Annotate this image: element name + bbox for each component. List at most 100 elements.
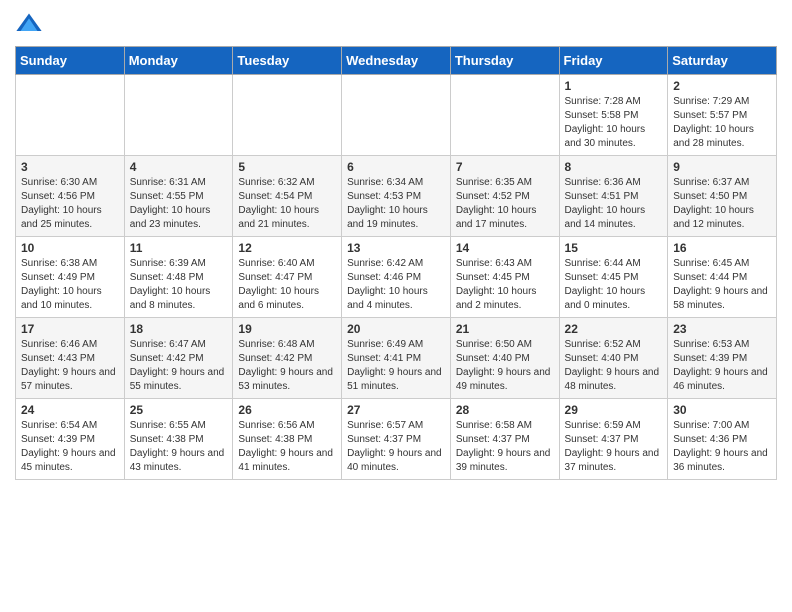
day-number: 11 bbox=[130, 241, 228, 255]
day-info: Sunrise: 6:35 AM Sunset: 4:52 PM Dayligh… bbox=[456, 176, 554, 232]
calendar-cell: 18 Sunrise: 6:47 AM Sunset: 4:42 PM Dayli… bbox=[124, 318, 233, 399]
calendar-header-row: SundayMondayTuesdayWednesdayThursdayFrid… bbox=[16, 47, 777, 75]
day-info: Sunrise: 6:37 AM Sunset: 4:50 PM Dayligh… bbox=[673, 176, 771, 232]
day-info: Sunrise: 6:48 AM Sunset: 4:42 PM Dayligh… bbox=[238, 338, 336, 394]
day-info: Sunrise: 6:45 AM Sunset: 4:44 PM Dayligh… bbox=[673, 257, 771, 313]
day-info: Sunrise: 6:43 AM Sunset: 4:45 PM Dayligh… bbox=[456, 257, 554, 313]
calendar-cell: 10 Sunrise: 6:38 AM Sunset: 4:49 PM Dayli… bbox=[16, 237, 125, 318]
day-info: Sunrise: 6:44 AM Sunset: 4:45 PM Dayligh… bbox=[565, 257, 663, 313]
day-number: 17 bbox=[21, 322, 119, 336]
day-info: Sunrise: 6:39 AM Sunset: 4:48 PM Dayligh… bbox=[130, 257, 228, 313]
day-number: 22 bbox=[565, 322, 663, 336]
day-info: Sunrise: 6:58 AM Sunset: 4:37 PM Dayligh… bbox=[456, 419, 554, 475]
calendar-cell: 15 Sunrise: 6:44 AM Sunset: 4:45 PM Dayli… bbox=[559, 237, 668, 318]
calendar-cell: 26 Sunrise: 6:56 AM Sunset: 4:38 PM Dayli… bbox=[233, 399, 342, 480]
day-header-tuesday: Tuesday bbox=[233, 47, 342, 75]
calendar-cell: 12 Sunrise: 6:40 AM Sunset: 4:47 PM Dayli… bbox=[233, 237, 342, 318]
day-info: Sunrise: 7:28 AM Sunset: 5:58 PM Dayligh… bbox=[565, 95, 663, 151]
day-number: 25 bbox=[130, 403, 228, 417]
calendar-cell: 24Sunrise: 6:54 AM Sunset: 4:39 PM Dayli… bbox=[16, 399, 125, 480]
calendar-cell: 28 Sunrise: 6:58 AM Sunset: 4:37 PM Dayli… bbox=[450, 399, 559, 480]
calendar-cell: 2 Sunrise: 7:29 AM Sunset: 5:57 PM Daylig… bbox=[668, 75, 777, 156]
calendar-cell: 29Sunrise: 6:59 AM Sunset: 4:37 PM Dayli… bbox=[559, 399, 668, 480]
day-info: Sunrise: 6:36 AM Sunset: 4:51 PM Dayligh… bbox=[565, 176, 663, 232]
calendar-cell: 13 Sunrise: 6:42 AM Sunset: 4:46 PM Dayli… bbox=[342, 237, 451, 318]
calendar-cell: 17 Sunrise: 6:46 AM Sunset: 4:43 PM Dayli… bbox=[16, 318, 125, 399]
day-info: Sunrise: 6:59 AM Sunset: 4:37 PM Dayligh… bbox=[565, 419, 663, 475]
day-number: 13 bbox=[347, 241, 445, 255]
calendar-cell: 27 Sunrise: 6:57 AM Sunset: 4:37 PM Dayli… bbox=[342, 399, 451, 480]
day-number: 15 bbox=[565, 241, 663, 255]
day-info: Sunrise: 6:57 AM Sunset: 4:37 PM Dayligh… bbox=[347, 419, 445, 475]
day-info: Sunrise: 6:34 AM Sunset: 4:53 PM Dayligh… bbox=[347, 176, 445, 232]
calendar-cell bbox=[450, 75, 559, 156]
day-number: 18 bbox=[130, 322, 228, 336]
day-info: Sunrise: 6:31 AM Sunset: 4:55 PM Dayligh… bbox=[130, 176, 228, 232]
calendar-cell bbox=[16, 75, 125, 156]
calendar-cell: 22Sunrise: 6:52 AM Sunset: 4:40 PM Dayli… bbox=[559, 318, 668, 399]
day-info: Sunrise: 6:55 AM Sunset: 4:38 PM Dayligh… bbox=[130, 419, 228, 475]
calendar-cell: 11 Sunrise: 6:39 AM Sunset: 4:48 PM Dayli… bbox=[124, 237, 233, 318]
day-number: 7 bbox=[456, 160, 554, 174]
day-info: Sunrise: 7:00 AM Sunset: 4:36 PM Dayligh… bbox=[673, 419, 771, 475]
logo-icon bbox=[15, 10, 43, 38]
calendar-cell: 5 Sunrise: 6:32 AM Sunset: 4:54 PM Daylig… bbox=[233, 156, 342, 237]
day-number: 23 bbox=[673, 322, 771, 336]
day-number: 21 bbox=[456, 322, 554, 336]
day-number: 10 bbox=[21, 241, 119, 255]
day-info: Sunrise: 7:29 AM Sunset: 5:57 PM Dayligh… bbox=[673, 95, 771, 151]
day-info: Sunrise: 6:53 AM Sunset: 4:39 PM Dayligh… bbox=[673, 338, 771, 394]
calendar-cell: 14 Sunrise: 6:43 AM Sunset: 4:45 PM Dayli… bbox=[450, 237, 559, 318]
day-header-friday: Friday bbox=[559, 47, 668, 75]
day-number: 30 bbox=[673, 403, 771, 417]
day-info: Sunrise: 6:38 AM Sunset: 4:49 PM Dayligh… bbox=[21, 257, 119, 313]
calendar-week-row: 3 Sunrise: 6:30 AM Sunset: 4:56 PM Daylig… bbox=[16, 156, 777, 237]
day-header-thursday: Thursday bbox=[450, 47, 559, 75]
day-header-sunday: Sunday bbox=[16, 47, 125, 75]
calendar-body: 1 Sunrise: 7:28 AM Sunset: 5:58 PM Daylig… bbox=[16, 75, 777, 480]
calendar-cell: 19Sunrise: 6:48 AM Sunset: 4:42 PM Dayli… bbox=[233, 318, 342, 399]
day-info: Sunrise: 6:42 AM Sunset: 4:46 PM Dayligh… bbox=[347, 257, 445, 313]
page-header bbox=[15, 10, 777, 38]
calendar-cell: 23 Sunrise: 6:53 AM Sunset: 4:39 PM Dayli… bbox=[668, 318, 777, 399]
day-info: Sunrise: 6:47 AM Sunset: 4:42 PM Dayligh… bbox=[130, 338, 228, 394]
day-number: 3 bbox=[21, 160, 119, 174]
day-number: 1 bbox=[565, 79, 663, 93]
day-number: 5 bbox=[238, 160, 336, 174]
calendar-week-row: 1 Sunrise: 7:28 AM Sunset: 5:58 PM Daylig… bbox=[16, 75, 777, 156]
day-header-monday: Monday bbox=[124, 47, 233, 75]
calendar-cell: 25 Sunrise: 6:55 AM Sunset: 4:38 PM Dayli… bbox=[124, 399, 233, 480]
calendar-week-row: 24Sunrise: 6:54 AM Sunset: 4:39 PM Dayli… bbox=[16, 399, 777, 480]
calendar-cell bbox=[124, 75, 233, 156]
calendar-table: SundayMondayTuesdayWednesdayThursdayFrid… bbox=[15, 46, 777, 480]
day-number: 20 bbox=[347, 322, 445, 336]
day-number: 12 bbox=[238, 241, 336, 255]
calendar-cell: 20 Sunrise: 6:49 AM Sunset: 4:41 PM Dayli… bbox=[342, 318, 451, 399]
day-number: 4 bbox=[130, 160, 228, 174]
day-info: Sunrise: 6:49 AM Sunset: 4:41 PM Dayligh… bbox=[347, 338, 445, 394]
calendar-cell: 8 Sunrise: 6:36 AM Sunset: 4:51 PM Daylig… bbox=[559, 156, 668, 237]
day-number: 8 bbox=[565, 160, 663, 174]
day-info: Sunrise: 6:50 AM Sunset: 4:40 PM Dayligh… bbox=[456, 338, 554, 394]
day-info: Sunrise: 6:56 AM Sunset: 4:38 PM Dayligh… bbox=[238, 419, 336, 475]
calendar-cell: 4 Sunrise: 6:31 AM Sunset: 4:55 PM Daylig… bbox=[124, 156, 233, 237]
calendar-week-row: 17 Sunrise: 6:46 AM Sunset: 4:43 PM Dayli… bbox=[16, 318, 777, 399]
day-number: 16 bbox=[673, 241, 771, 255]
day-header-saturday: Saturday bbox=[668, 47, 777, 75]
calendar-cell bbox=[233, 75, 342, 156]
calendar-cell: 30 Sunrise: 7:00 AM Sunset: 4:36 PM Dayli… bbox=[668, 399, 777, 480]
day-info: Sunrise: 6:30 AM Sunset: 4:56 PM Dayligh… bbox=[21, 176, 119, 232]
day-number: 9 bbox=[673, 160, 771, 174]
day-info: Sunrise: 6:54 AM Sunset: 4:39 PM Dayligh… bbox=[21, 419, 119, 475]
day-header-wednesday: Wednesday bbox=[342, 47, 451, 75]
calendar-week-row: 10 Sunrise: 6:38 AM Sunset: 4:49 PM Dayli… bbox=[16, 237, 777, 318]
day-number: 28 bbox=[456, 403, 554, 417]
day-info: Sunrise: 6:46 AM Sunset: 4:43 PM Dayligh… bbox=[21, 338, 119, 394]
day-info: Sunrise: 6:32 AM Sunset: 4:54 PM Dayligh… bbox=[238, 176, 336, 232]
day-info: Sunrise: 6:40 AM Sunset: 4:47 PM Dayligh… bbox=[238, 257, 336, 313]
logo bbox=[15, 10, 47, 38]
day-number: 14 bbox=[456, 241, 554, 255]
day-number: 27 bbox=[347, 403, 445, 417]
day-number: 26 bbox=[238, 403, 336, 417]
day-number: 2 bbox=[673, 79, 771, 93]
